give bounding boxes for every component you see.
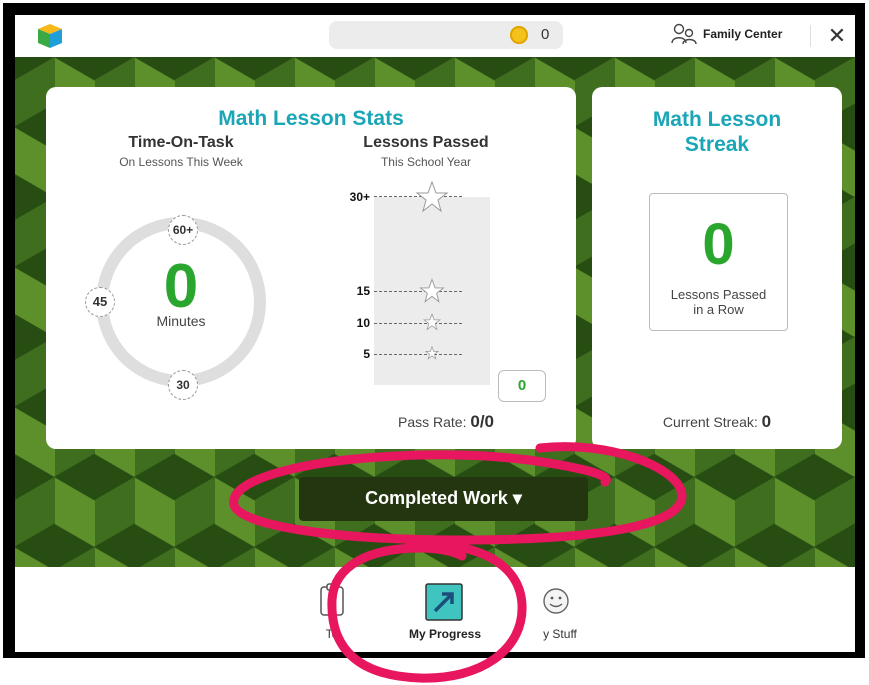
app-logo-icon — [38, 24, 62, 48]
nav-item-to-do[interactable]: To — [305, 567, 355, 652]
nav-label-to: To — [325, 627, 339, 641]
star-icon — [423, 313, 441, 331]
ring-label-30: 30 — [168, 370, 198, 400]
smiley-icon — [543, 588, 569, 614]
current-streak-value: 0 — [761, 412, 772, 431]
star-icon — [415, 180, 449, 213]
tick-label-5: 5 — [363, 347, 370, 361]
nav-label-my-stuff: y Stuff — [543, 627, 577, 641]
ring-label-60: 60+ — [168, 215, 198, 245]
clipboard-icon — [320, 583, 344, 616]
streak-title-line2: Streak — [684, 133, 750, 156]
time-on-task-title: Time-On-Task — [128, 134, 234, 151]
tick-line-10 — [374, 323, 462, 324]
math-lesson-streak-card: Math Lesson Streak 0 Lessons Passed in a… — [592, 87, 842, 449]
completed-work-button[interactable]: Completed Work ▾ — [299, 477, 588, 521]
pass-rate-value: 0/0 — [470, 412, 494, 431]
star-icon — [425, 346, 439, 360]
math-lesson-stats-card: Math Lesson Stats Time-On-Task On Lesson… — [46, 87, 576, 449]
family-icon[interactable] — [671, 23, 697, 45]
current-streak: Current Streak: 0 — [592, 412, 842, 432]
stats-card-title: Math Lesson Stats — [218, 107, 404, 130]
coin-icon — [510, 26, 528, 44]
bottom-nav: To My Progress y Stuff — [15, 567, 855, 652]
time-on-task-subtitle: On Lessons This Week — [119, 155, 243, 169]
streak-value-label: Lessons Passed in a Row — [650, 287, 787, 317]
device-frame: 0 Family Center ✕ Math Lesson Stats Time… — [3, 3, 865, 658]
divider — [810, 25, 811, 47]
tick-label-10: 10 — [356, 316, 370, 330]
streak-card-title: Math Lesson Streak — [592, 107, 842, 157]
top-bar: 0 Family Center ✕ — [15, 15, 855, 57]
tick-line-15 — [374, 291, 462, 292]
close-icon[interactable]: ✕ — [825, 23, 849, 49]
streak-title-line1: Math Lesson — [652, 108, 782, 131]
nav-label-my-progress: My Progress — [408, 627, 482, 641]
arrow-up-right-icon — [425, 583, 463, 621]
nav-item-my-stuff[interactable]: y Stuff — [530, 567, 590, 652]
ring-label-45: 45 — [85, 287, 115, 317]
pass-rate-label: Pass Rate: — [397, 414, 467, 430]
streak-value: 0 — [702, 212, 735, 277]
streak-box: 0 Lessons Passed in a Row — [649, 193, 788, 331]
tick-line-5 — [374, 354, 462, 355]
lessons-passed-subtitle: This School Year — [380, 155, 472, 169]
streak-label-line2: in a Row — [693, 302, 744, 317]
pass-rate: Pass Rate: 0/0 — [346, 412, 546, 432]
tick-label-15: 15 — [356, 284, 370, 298]
current-streak-label: Current Streak: — [662, 414, 758, 430]
nav-item-my-progress[interactable]: My Progress — [405, 567, 485, 652]
lessons-passed-title: Lessons Passed — [363, 134, 489, 151]
tick-label-30: 30+ — [349, 190, 370, 204]
star-icon — [419, 278, 445, 303]
minutes-value: 0 — [163, 252, 199, 321]
minutes-unit: Minutes — [156, 313, 206, 329]
streak-label-line1: Lessons Passed — [670, 287, 767, 302]
app-screen: 0 Family Center ✕ Math Lesson Stats Time… — [15, 15, 855, 652]
coin-count: 0 — [541, 26, 550, 43]
coin-balance: 0 — [329, 21, 563, 49]
lessons-passed-value: 0 — [498, 370, 546, 402]
family-center-link[interactable]: Family Center — [703, 27, 782, 41]
